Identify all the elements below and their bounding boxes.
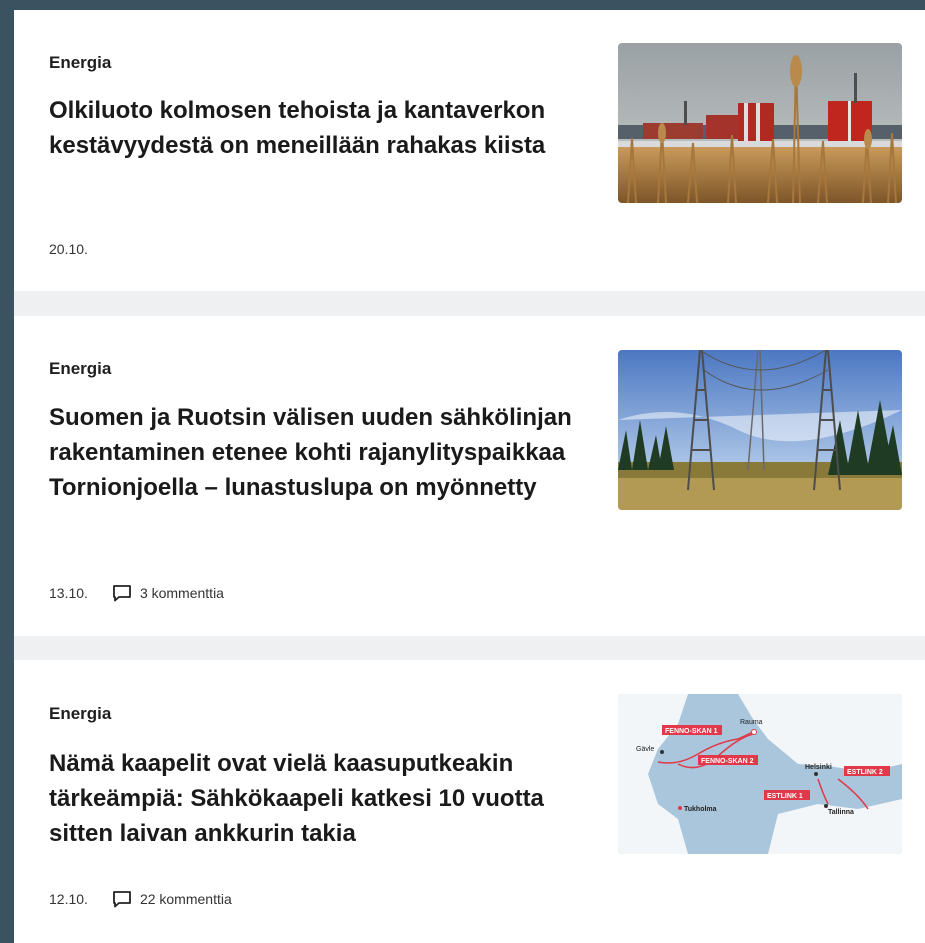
article-thumbnail-power-line[interactable]	[618, 350, 902, 510]
comment-count-link[interactable]: 22 kommenttia	[112, 890, 232, 908]
map-label-fenno-skan-1: FENNO-SKAN 1	[665, 728, 718, 735]
article-headline[interactable]: Olkiluoto kolmosen tehoista ja kantaverk…	[49, 93, 589, 163]
map-label-estlink-1: ESTLINK 1	[767, 793, 803, 800]
article-date: 13.10.	[49, 585, 88, 601]
article-card[interactable]: Energia Nämä kaapelit ovat vielä kaasupu…	[14, 660, 925, 943]
comment-bubble-icon	[113, 891, 131, 908]
map-label-helsinki: Helsinki	[805, 764, 832, 771]
comment-count: 22 kommenttia	[139, 891, 232, 907]
map-label-tallinna: Tallinna	[828, 809, 854, 816]
cable-map: FENNO-SKAN 1 FENNO-SKAN 2 ESTLINK 1 ESTL…	[618, 694, 902, 854]
map-label-estlink-2: ESTLINK 2	[847, 769, 883, 776]
map-label-tukholma: Tukholma	[684, 806, 717, 813]
power-line-photo	[618, 350, 902, 510]
article-date: 20.10.	[49, 241, 88, 257]
article-category[interactable]: Energia	[49, 359, 111, 379]
article-category[interactable]: Energia	[49, 704, 111, 724]
article-feed: Energia Olkiluoto kolmosen tehoista ja k…	[14, 10, 925, 943]
comment-count: 3 kommenttia	[139, 585, 224, 601]
map-label-fenno-skan-2: FENNO-SKAN 2	[701, 758, 754, 765]
article-meta: 13.10. 3 kommenttia	[49, 584, 224, 602]
article-headline[interactable]: Suomen ja Ruotsin välisen uuden sähkölin…	[49, 400, 589, 505]
article-thumbnail-olkiluoto[interactable]	[618, 43, 902, 203]
map-label-gavle: Gävle	[636, 746, 654, 753]
article-thumbnail-cable-map[interactable]: FENNO-SKAN 1 FENNO-SKAN 2 ESTLINK 1 ESTL…	[618, 694, 902, 854]
comment-count-link[interactable]: 3 kommenttia	[112, 584, 224, 602]
article-headline[interactable]: Nämä kaapelit ovat vielä kaasuputkeakin …	[49, 746, 589, 851]
article-meta: 12.10. 22 kommenttia	[49, 890, 232, 908]
article-meta: 20.10.	[49, 241, 88, 257]
comment-bubble-icon	[113, 585, 131, 602]
article-category[interactable]: Energia	[49, 53, 111, 73]
map-label-rauma: Rauma	[740, 719, 763, 726]
article-card[interactable]: Energia Olkiluoto kolmosen tehoista ja k…	[14, 10, 925, 291]
article-card[interactable]: Energia Suomen ja Ruotsin välisen uuden …	[14, 316, 925, 636]
article-date: 12.10.	[49, 891, 88, 907]
power-plant-photo	[618, 43, 902, 203]
